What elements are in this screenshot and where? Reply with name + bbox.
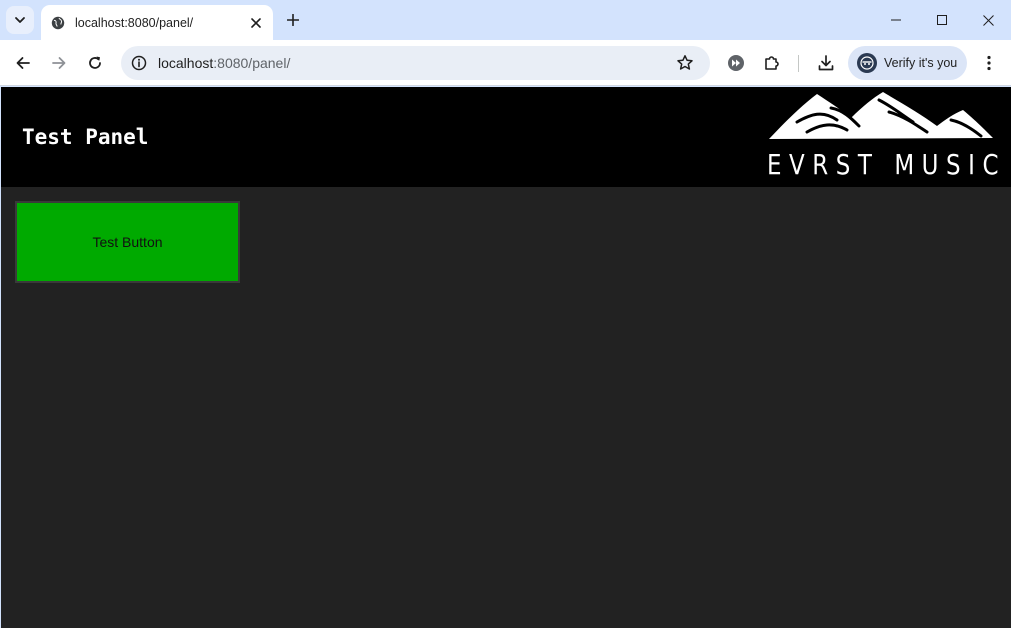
new-tab-button[interactable]: [281, 8, 305, 32]
close-tab-icon[interactable]: [247, 14, 265, 32]
browser-window: localhost:8080/panel/ localhost:8080/pan…: [0, 0, 1011, 628]
toolbar-divider: [798, 55, 799, 72]
downloads-button[interactable]: [812, 49, 840, 77]
url-host: localhost: [158, 55, 214, 71]
media-control-button[interactable]: [722, 49, 750, 77]
logo-text: EVRST MUSIC: [767, 148, 1007, 181]
extensions-button[interactable]: [758, 49, 786, 77]
forward-button[interactable]: [45, 49, 73, 77]
download-icon: [818, 55, 834, 71]
minimize-button[interactable]: [873, 0, 919, 40]
test-button[interactable]: Test Button: [15, 201, 240, 283]
evrst-music-logo: EVRST MUSIC: [767, 92, 1007, 182]
url-path: :8080/panel/: [213, 55, 291, 71]
globe-icon: [51, 16, 65, 30]
page-header: Test Panel EVRST MUSIC: [1, 87, 1011, 187]
maximize-button[interactable]: [919, 0, 965, 40]
browser-menu-button[interactable]: [975, 49, 1003, 77]
fast-forward-icon: [728, 55, 744, 71]
address-bar[interactable]: localhost:8080/panel/: [121, 46, 710, 80]
address-url: localhost:8080/panel/: [158, 55, 290, 71]
profile-verify-chip[interactable]: Verify it's you: [848, 46, 967, 80]
close-icon: [982, 14, 994, 26]
arrow-right-icon: [52, 57, 66, 69]
back-button[interactable]: [9, 49, 37, 77]
site-info-icon[interactable]: [130, 54, 148, 72]
verify-label: Verify it's you: [884, 56, 958, 70]
avatar: [857, 53, 877, 73]
close-window-button[interactable]: [965, 0, 1011, 40]
mountains-icon: [769, 92, 993, 139]
page-title: Test Panel: [22, 125, 149, 149]
tab-strip: localhost:8080/panel/: [0, 0, 1011, 40]
arrow-left-icon: [16, 57, 30, 69]
chevron-down-icon: [15, 17, 25, 23]
tab-active[interactable]: localhost:8080/panel/: [41, 5, 273, 40]
puzzle-icon: [765, 56, 779, 70]
tab-title: localhost:8080/panel/: [75, 15, 194, 30]
browser-toolbar: localhost:8080/panel/ Verify it's you: [0, 40, 1011, 86]
profile-icon: [860, 56, 874, 70]
minimize-icon: [891, 19, 901, 21]
bookmark-star-icon[interactable]: [675, 53, 695, 73]
maximize-icon: [937, 15, 947, 25]
more-vertical-icon: [987, 55, 991, 71]
tab-search-button[interactable]: [6, 6, 34, 34]
reload-icon: [89, 56, 101, 69]
page-content: Test Panel EVRST MUSIC Test Button: [1, 87, 1011, 628]
plus-icon: [287, 14, 299, 26]
reload-button[interactable]: [81, 49, 109, 77]
